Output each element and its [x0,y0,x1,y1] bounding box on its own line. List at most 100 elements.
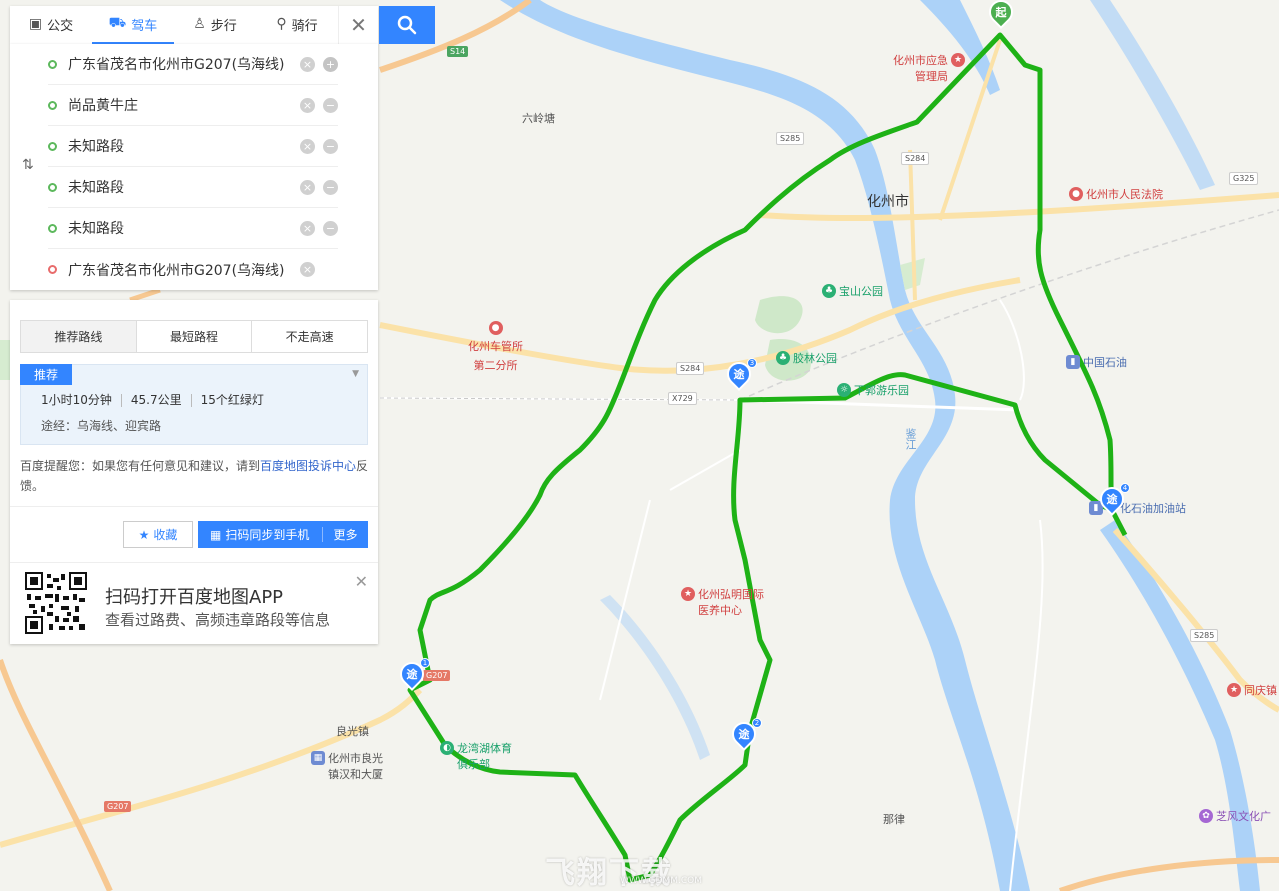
search-icon [397,15,417,35]
river-label: 鉴江 [904,428,917,450]
divider [10,506,378,507]
clear-icon[interactable]: × [300,56,315,72]
location-pin-icon: ● [1069,187,1083,201]
road-sign-s284: S284 [901,152,930,165]
road-sign-s285: S285 [776,132,805,145]
poi-xiaguo-amusement[interactable]: ☼ 下郭游乐园 [837,382,909,398]
favorite-button[interactable]: ★ 收藏 [123,521,193,548]
poi-emergency-bureau[interactable]: 化州市应急 管理局 ★ [893,52,965,84]
culture-icon: ✿ [1199,809,1213,823]
watermark-url: WWW.GDMM.COM [620,876,702,886]
clear-icon[interactable]: × [300,179,315,195]
building-icon: ▦ [311,751,325,765]
via-dot-icon [48,100,57,110]
sports-icon: ◐ [440,741,454,755]
tab-bike[interactable]: ⚲ 骑行 [256,6,338,44]
waypoint-name[interactable]: 未知路段 [68,218,292,238]
via-dot-icon [48,182,57,192]
poi-culture[interactable]: ✿ 芝风文化广 [1199,808,1271,824]
poi-hanhe-building[interactable]: ▦ 化州市良光 镇汉和大厦 [311,750,383,782]
city-label: 化州市 [867,194,909,210]
feedback-notice: 百度提醒您：如果您有任何意见和建议，请到百度地图投诉中心反馈。 [20,459,369,493]
pref-recommended[interactable]: 推荐路线 [21,321,137,352]
close-icon[interactable]: ✕ [355,572,368,591]
travel-mode-bar: ▣ 公交 ⛟ 驾车 ♙ 步行 ⚲ 骑行 ✕ [10,6,378,44]
more-button[interactable]: 更多 [323,526,368,543]
via-marker-1[interactable]: 途 1 [395,657,430,692]
add-waypoint-icon[interactable]: + [323,56,338,72]
place-label-liulingtang: 六岭塘 [522,112,555,125]
via-dot-icon [48,223,57,233]
route-distance: 45.7公里 [120,394,191,407]
place-label-nalv: 那律 [883,813,905,826]
star-icon: ★ [138,527,150,542]
poi-hongming-center[interactable]: ★ 化州弘明国际 医养中心 [681,586,764,618]
clear-icon[interactable]: × [300,262,315,277]
amusement-icon: ☼ [837,383,851,397]
close-icon: ✕ [350,13,367,37]
close-route-button[interactable]: ✕ [338,6,378,44]
clear-icon[interactable]: × [300,138,315,154]
waypoint-name[interactable]: 未知路段 [68,177,292,197]
send-to-phone-part[interactable]: ▦ 扫码同步到手机 [198,527,323,542]
remove-waypoint-icon[interactable]: − [323,179,338,195]
star-pin-icon: ★ [951,53,965,67]
poi-baoshan-park[interactable]: ♣ 宝山公园 [822,283,883,299]
end-dot-icon [48,265,57,274]
waypoint-name[interactable]: 广东省茂名市化州市G207(乌海线) [68,260,292,280]
route-card[interactable]: 推荐 ▼ 1小时10分钟 45.7公里 15个红绿灯 途经：乌海线、迎宾路 [20,364,368,445]
road-sign-s285-2: S285 [1190,629,1219,642]
place-label-liangguang: 良光镇 [336,725,369,738]
via-marker-3[interactable]: 途 3 [722,357,757,392]
waypoint-name[interactable]: 广东省茂名市化州市G207(乌海线) [68,54,292,74]
tab-walk[interactable]: ♙ 步行 [174,6,256,44]
route-result-panel: 推荐路线 最短路程 不走高速 推荐 ▼ 1小时10分钟 45.7公里 15个红绿… [10,300,378,644]
road-sign-x729: X729 [668,392,697,405]
search-button[interactable] [379,6,435,44]
poi-longwan-club[interactable]: ◐ 龙湾湖体育 俱乐部 [440,740,512,772]
waypoint-name[interactable]: 尚品黄牛庄 [68,95,292,115]
star-pin-icon: ★ [1227,683,1241,697]
tab-drive[interactable]: ⛟ 驾车 [92,6,174,44]
waypoint-row-start[interactable]: 广东省茂名市化州市G207(乌海线) × + [48,44,338,85]
start-marker[interactable]: 起 [984,0,1018,30]
remove-waypoint-icon[interactable]: − [323,97,338,113]
via-marker-4[interactable]: 途 4 [1095,482,1130,517]
road-sign-g325: G325 [1229,172,1259,185]
poi-court[interactable]: ● 化州市人民法院 [1069,186,1163,202]
waypoint-row-4[interactable]: 未知路段 × − [48,208,338,249]
swap-icon[interactable]: ⇅ [22,157,34,173]
waypoint-panel: ⇅ 广东省茂名市化州市G207(乌海线) × + 尚品黄牛庄 × − 未知路段 … [10,44,378,290]
complaint-center-link[interactable]: 百度地图投诉中心 [260,459,356,473]
star-pin-icon: ★ [681,587,695,601]
clear-icon[interactable]: × [300,220,315,236]
poi-petrochina[interactable]: ▮ 中国石油 [1066,354,1127,370]
walk-icon: ♙ [193,16,206,32]
remove-waypoint-icon[interactable]: − [323,220,338,236]
waypoint-row-2[interactable]: 未知路段 × − [48,126,338,167]
route-summary: 1小时10分钟 45.7公里 15个红绿灯 [41,394,273,407]
park-icon: ♣ [776,351,790,365]
waypoint-row-end[interactable]: 广东省茂名市化州市G207(乌海线) × [48,249,338,290]
pref-shortest[interactable]: 最短路程 [137,321,253,352]
poi-tongqing[interactable]: ★ 同庆镇 [1227,682,1277,698]
poi-jiaolin-park[interactable]: ♣ 胶林公园 [776,350,837,366]
via-marker-2[interactable]: 途 2 [727,717,762,752]
waypoint-row-3[interactable]: 未知路段 × − [48,167,338,208]
tab-bus[interactable]: ▣ 公交 [10,6,92,44]
clear-icon[interactable]: × [300,97,315,113]
route-duration: 1小时10分钟 [41,393,112,407]
waypoint-row-1[interactable]: 尚品黄牛庄 × − [48,85,338,126]
bike-icon: ⚲ [276,16,287,32]
location-pin-icon: ● [488,321,503,335]
route-lights: 15个红绿灯 [190,394,273,407]
road-sign-g207: G207 [423,670,451,681]
send-to-phone-button[interactable]: ▦ 扫码同步到手机 更多 [198,521,368,548]
caret-down-icon[interactable]: ▼ [352,369,359,379]
pref-no-highway[interactable]: 不走高速 [252,321,367,352]
remove-waypoint-icon[interactable]: − [323,138,338,154]
gas-station-icon: ▮ [1066,355,1080,369]
divider [10,562,378,563]
poi-vehicle-office[interactable]: ● 化州车管所 第二分所 [468,320,523,373]
waypoint-name[interactable]: 未知路段 [68,136,292,156]
